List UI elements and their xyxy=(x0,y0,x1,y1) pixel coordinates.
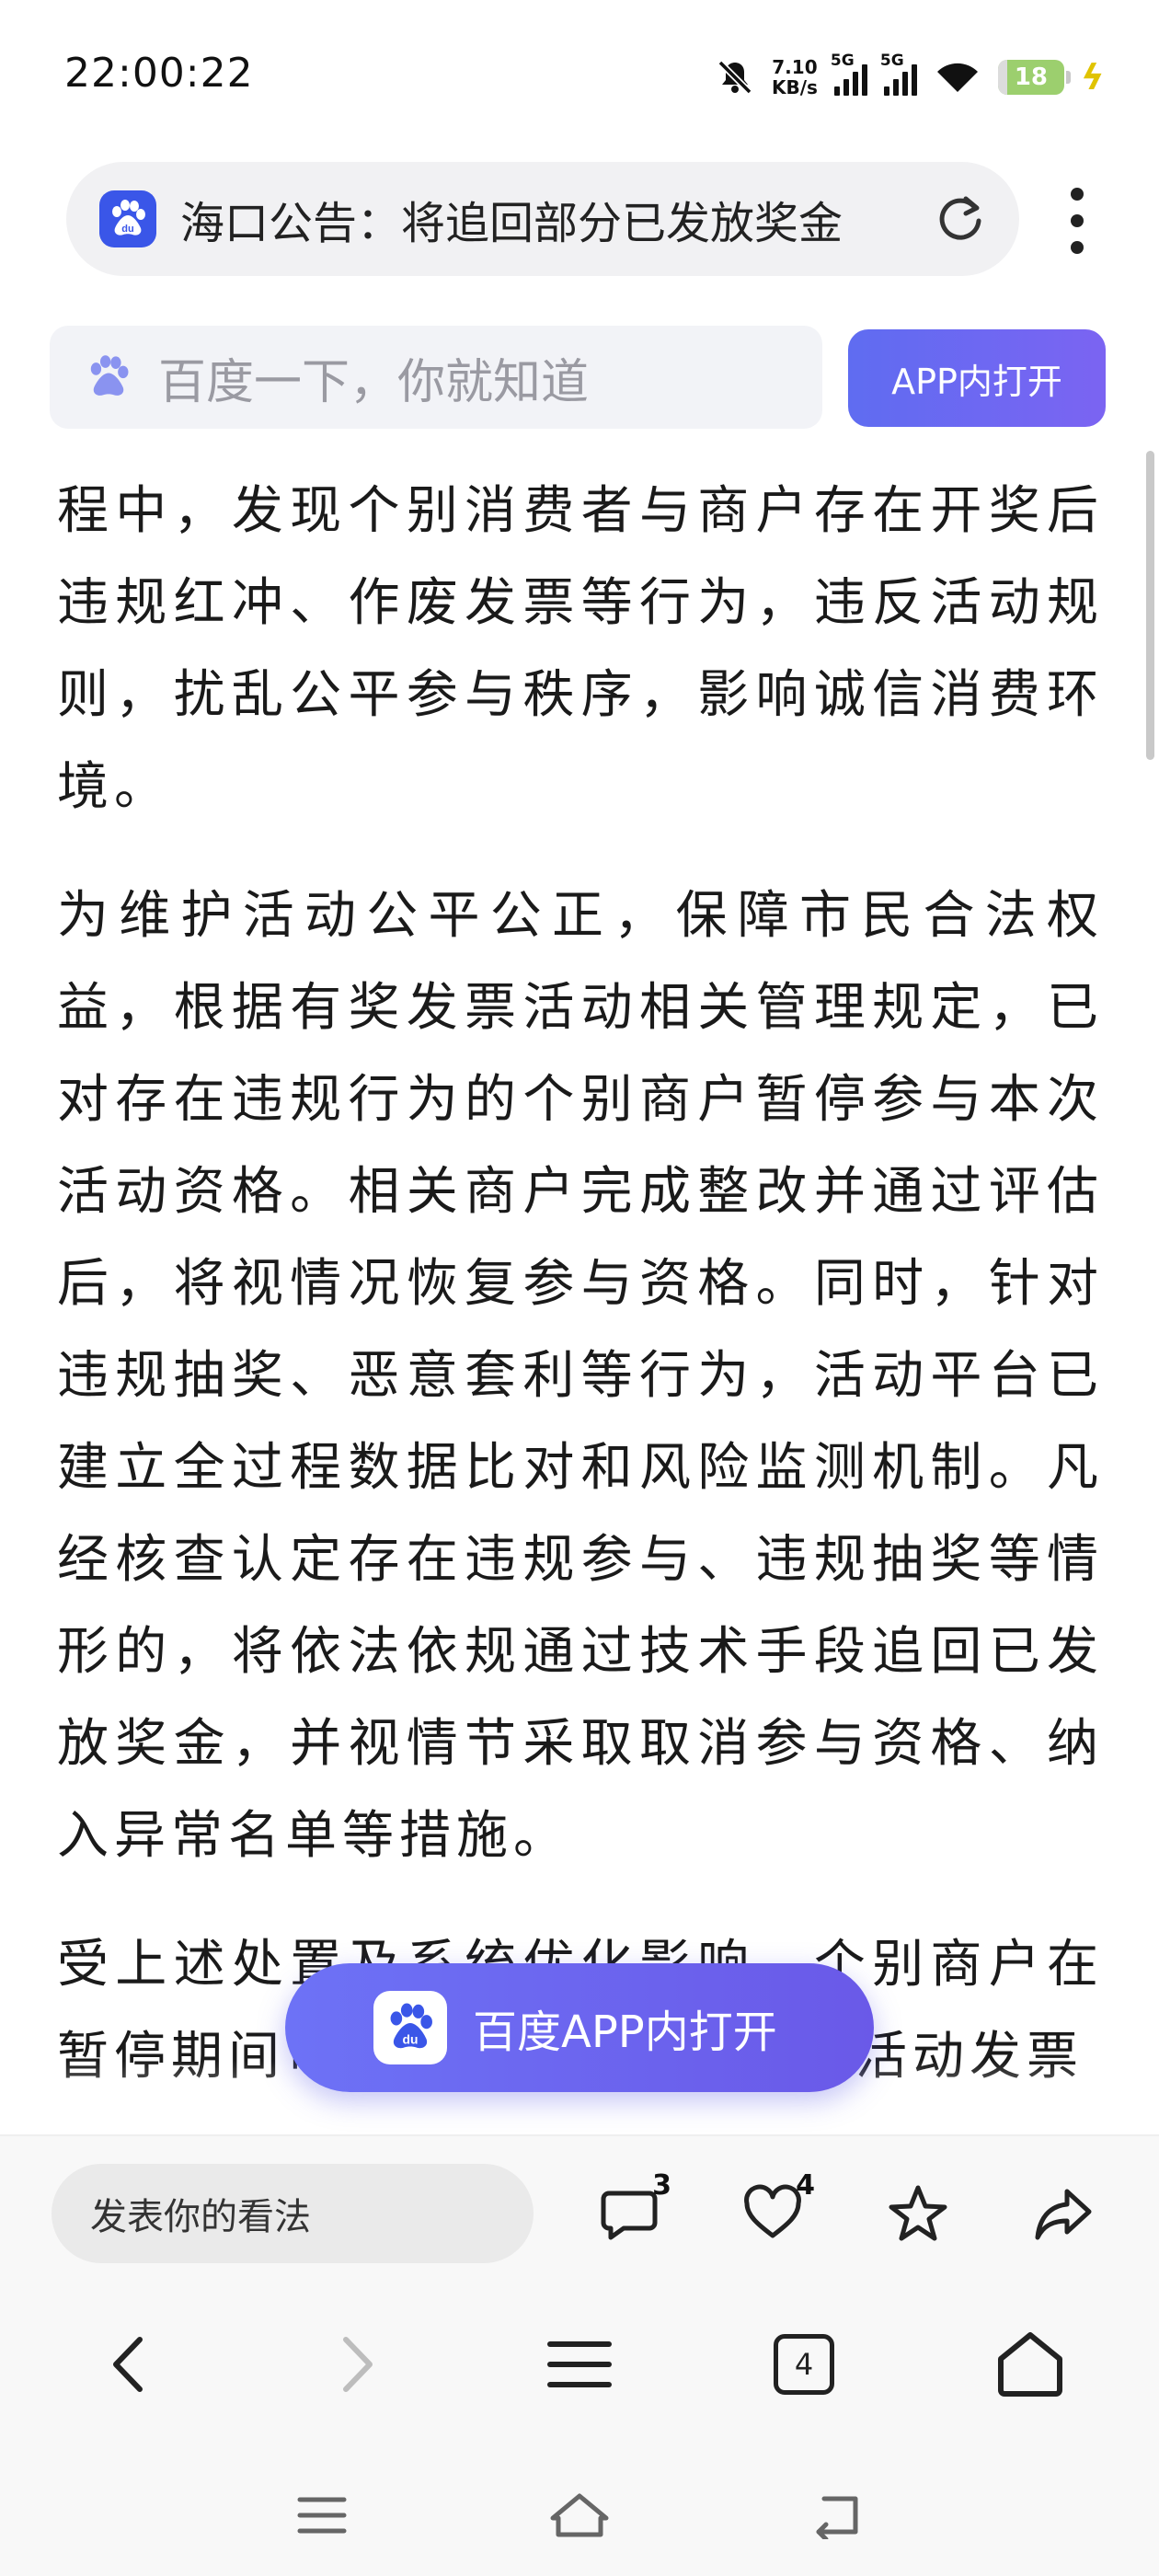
hamburger-menu-icon xyxy=(547,2341,612,2387)
baidu-app-icon: du xyxy=(373,1991,447,2064)
home-button[interactable] xyxy=(984,2318,1076,2410)
star-icon xyxy=(889,2185,947,2241)
status-icons: 7.10 KB/s 5G 5G 18 ϟ xyxy=(715,52,1107,103)
charging-icon: ϟ xyxy=(1077,57,1107,98)
status-time: 22:00:22 xyxy=(64,50,254,97)
page-title[interactable]: 海口公告：将追回部分已发放奖金 xyxy=(180,187,933,251)
baidu-paw-icon: du xyxy=(99,190,156,247)
chevron-left-icon xyxy=(113,2337,143,2392)
search-placeholder: 百度一下，你就知道 xyxy=(158,354,590,410)
open-in-baidu-app-button[interactable]: du 百度APP内打开 xyxy=(285,1963,874,2092)
favorite-button[interactable] xyxy=(879,2175,957,2252)
sim2-label: 5G xyxy=(879,52,904,70)
open-in-baidu-app-label: 百度APP内打开 xyxy=(473,2007,777,2058)
share-arrow-icon xyxy=(1035,2189,1092,2240)
reload-icon[interactable] xyxy=(933,191,988,247)
status-bar: 22:00:22 7.10 KB/s 5G 5G 18 ϟ xyxy=(0,0,1159,156)
system-back-button[interactable] xyxy=(800,2478,874,2552)
network-speed-value: 7.10 xyxy=(772,56,818,78)
recent-apps-icon xyxy=(297,2497,347,2534)
article-paragraph: 程中，发现个别消费者与商户存在开奖后违规红冲、作废发票等行为，违反活动规则，扰乱… xyxy=(57,481,1104,817)
battery-icon: 18 xyxy=(997,60,1071,95)
comment-input[interactable]: 发表你的看法 xyxy=(52,2164,534,2263)
back-arrow-icon xyxy=(816,2496,858,2539)
comment-count: 3 xyxy=(652,2169,671,2202)
like-count: 4 xyxy=(796,2169,815,2202)
browser-nav-bar: 4 xyxy=(0,2282,1159,2447)
system-menu-button[interactable] xyxy=(285,2478,359,2552)
scrollbar[interactable] xyxy=(1146,451,1154,760)
svg-text:du: du xyxy=(403,2032,419,2047)
network-speed: 7.10 KB/s xyxy=(772,57,818,98)
mute-bell-icon xyxy=(717,60,752,95)
more-menu-icon[interactable] xyxy=(1065,188,1089,254)
comment-button[interactable]: 3 xyxy=(591,2169,671,2252)
menu-button[interactable] xyxy=(534,2318,625,2410)
sim1-label: 5G xyxy=(830,52,855,70)
svg-text:du: du xyxy=(121,224,133,235)
home-outline-icon xyxy=(550,2493,609,2537)
battery-level: 18 xyxy=(1014,63,1049,91)
tabs-button[interactable]: 4 xyxy=(758,2318,850,2410)
signal-sim1-icon: 5G xyxy=(831,52,867,96)
home-icon xyxy=(998,2332,1062,2397)
wifi-icon xyxy=(936,63,978,92)
system-home-button[interactable] xyxy=(543,2478,616,2552)
search-input[interactable]: 百度一下，你就知道 xyxy=(50,326,822,429)
signal-sim2-icon: 5G xyxy=(880,52,917,96)
address-bar[interactable]: du 海口公告：将追回部分已发放奖金 xyxy=(66,162,1019,276)
chevron-right-icon xyxy=(343,2337,373,2392)
article-body: 程中，发现个别消费者与商户存在开奖后违规红冲、作废发票等行为，违反活动规则，扰乱… xyxy=(57,466,1104,2112)
system-nav-bar xyxy=(0,2447,1159,2576)
tab-count: 4 xyxy=(774,2334,834,2395)
network-speed-unit: KB/s xyxy=(771,76,818,98)
like-button[interactable]: 4 xyxy=(734,2169,815,2252)
baidu-paw-icon xyxy=(90,355,129,396)
open-in-app-button[interactable]: APP内打开 xyxy=(848,329,1106,427)
comment-bar: 发表你的看法 3 4 xyxy=(0,2134,1159,2282)
forward-button[interactable] xyxy=(309,2318,401,2410)
share-button[interactable] xyxy=(1025,2175,1102,2252)
article-paragraph: 为维护活动公平公正，保障市民合法权益，根据有奖发票活动相关管理规定，已对存在违规… xyxy=(57,886,1104,1866)
back-button[interactable] xyxy=(85,2318,177,2410)
